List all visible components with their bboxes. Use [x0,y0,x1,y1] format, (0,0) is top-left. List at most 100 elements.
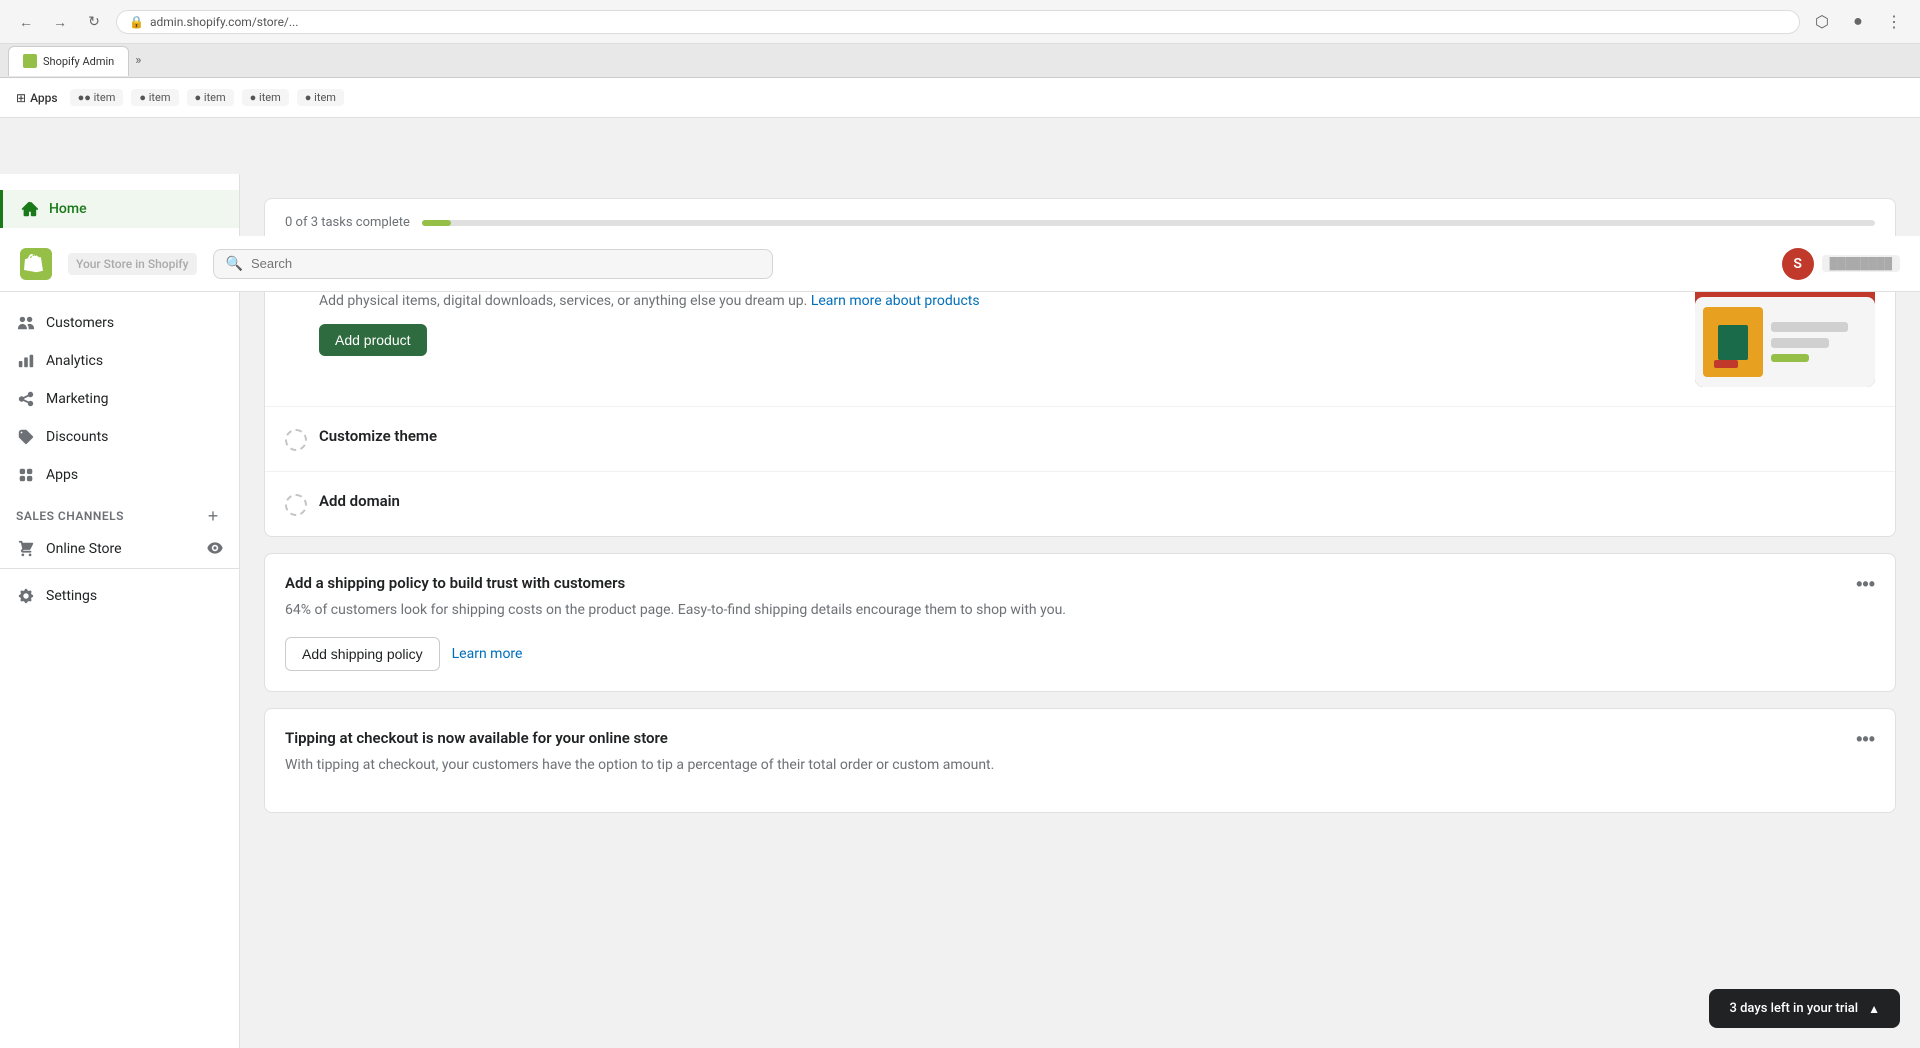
sidebar-item-marketing[interactable]: Marketing [0,380,239,418]
tipping-card-content: Tipping at checkout is now available for… [285,729,994,792]
tab-favicon [23,54,37,68]
online-store-icon [16,539,36,559]
add-product-button[interactable]: Add product [319,324,427,356]
analytics-label: Analytics [46,353,103,369]
task-content-customize: Customize theme [319,427,1875,451]
store-name: Your Store in Shopify [68,253,197,275]
customers-label: Customers [46,315,114,331]
sales-channels-label: Sales channels [16,509,124,523]
marketing-icon [16,389,36,409]
task-item-add-domain[interactable]: Add domain [265,472,1895,536]
eye-button[interactable] [207,540,223,559]
sidebar-item-home[interactable]: Home [0,190,239,228]
tipping-card-title: Tipping at checkout is now available for… [285,729,994,747]
task-progress-text: 0 of 3 tasks complete [285,215,410,230]
app-bar-item-3[interactable]: ● item [187,89,234,106]
tab-label: Shopify Admin [43,55,114,68]
tipping-card: Tipping at checkout is now available for… [264,708,1896,813]
sidebar: Home Orders Products Customers Analytics [0,174,240,1048]
active-tab[interactable]: Shopify Admin [8,46,129,76]
app-bar: ⊞ Apps ●● item ● item ● item ● item ● it… [0,78,1920,118]
task-circle-domain [285,494,307,516]
app-bar-item-5[interactable]: ● item [297,89,344,106]
sidebar-item-settings[interactable]: Settings [0,577,239,615]
menu-button[interactable]: ⋮ [1880,8,1908,36]
tabs-bar: Shopify Admin » [0,44,1920,78]
apps-nav-icon [16,465,36,485]
extensions-button[interactable]: ⬡ [1808,8,1836,36]
discounts-label: Discounts [46,429,108,445]
browser-bar: ← → ↻ 🔒 admin.shopify.com/store/... ⬡ ● … [0,0,1920,44]
shipping-card-more-button[interactable]: ••• [1856,574,1875,595]
product-line-3 [1771,354,1809,362]
header-store-info: ████████ [1822,255,1900,272]
sidebar-bottom: Settings [0,568,239,623]
shipping-card-title: Add a shipping policy to build trust wit… [285,574,1066,592]
settings-label: Settings [46,588,97,604]
learn-more-products-link[interactable]: Learn more about products [811,293,980,309]
add-sales-channel-button[interactable]: + [203,506,223,526]
task-circle-customize [285,429,307,451]
address-bar[interactable]: 🔒 admin.shopify.com/store/... [116,10,1800,34]
home-icon [19,199,39,219]
tipping-card-description: With tipping at checkout, your customers… [285,755,994,776]
product-lines [1771,314,1867,370]
header-right: S ████████ [1782,248,1900,280]
profile-button[interactable]: ● [1844,8,1872,36]
app-bar-items: ●● item ● item ● item ● item ● item [70,89,1904,106]
task-content-domain: Add domain [319,492,1875,516]
home-label: Home [49,201,87,217]
app-bar-item-2[interactable]: ● item [131,89,178,106]
product-line-2 [1771,338,1829,348]
discounts-icon [16,427,36,447]
back-button[interactable]: ← [12,8,40,36]
product-icon-block [1703,307,1763,377]
shipping-card-content: Add a shipping policy to build trust wit… [285,574,1066,671]
marketing-label: Marketing [46,391,109,407]
settings-icon [16,586,36,606]
progress-bar-container [422,220,1875,226]
main-content: 0 of 3 tasks complete Add product Add ph… [240,174,1920,1048]
shipping-learn-more-link[interactable]: Learn more [452,638,523,670]
shopify-header: Your Store in Shopify 🔍 S ████████ [0,236,1920,292]
sidebar-item-apps[interactable]: Apps [0,456,239,494]
analytics-icon [16,351,36,371]
task-main-domain: Add domain [285,492,1875,516]
reload-button[interactable]: ↻ [80,8,108,36]
product-line-1 [1771,322,1848,332]
trial-chevron-icon: ▲ [1868,1002,1880,1016]
app-bar-item-1[interactable]: ●● item [70,89,124,106]
task-title-domain: Add domain [319,492,1875,510]
browser-actions: ⬡ ● ⋮ [1808,8,1908,36]
task-description-add-product: Add physical items, digital downloads, s… [319,291,1875,312]
trial-banner-text: 3 days left in your trial [1729,1001,1858,1016]
search-icon: 🔍 [226,256,243,272]
shipping-card-actions: Add shipping policy Learn more [285,637,1066,671]
forward-button[interactable]: → [46,8,74,36]
browser-nav: ← → ↻ [12,8,108,36]
task-item-customize-theme[interactable]: Customize theme [265,407,1895,472]
avatar: S [1782,248,1814,280]
trial-banner[interactable]: 3 days left in your trial ▲ [1709,989,1900,1028]
sidebar-item-analytics[interactable]: Analytics [0,342,239,380]
shopify-logo [20,248,52,280]
sidebar-item-customers[interactable]: Customers [0,304,239,342]
task-main-customize: Customize theme [285,427,1875,451]
sidebar-item-discounts[interactable]: Discounts [0,418,239,456]
tipping-card-more-button[interactable]: ••• [1856,729,1875,750]
progress-bar-fill [422,220,451,226]
search-bar[interactable]: 🔍 [213,249,773,279]
task-title-customize: Customize theme [319,427,1875,445]
apps-label: ⊞ Apps [16,91,58,105]
sidebar-item-online-store[interactable]: Online Store [0,530,239,568]
add-shipping-policy-button[interactable]: Add shipping policy [285,637,440,671]
app-bar-item-4[interactable]: ● item [242,89,289,106]
lock-icon: 🔒 [129,15,144,29]
product-illus-inner [1695,297,1875,387]
apps-label-nav: Apps [46,467,78,483]
shipping-policy-card: Add a shipping policy to build trust wit… [264,553,1896,692]
task-actions-add-product: Add product [319,324,1875,356]
sales-channels-header: Sales channels + [0,494,239,530]
online-store-label: Online Store [46,541,122,557]
search-input[interactable] [251,256,760,271]
